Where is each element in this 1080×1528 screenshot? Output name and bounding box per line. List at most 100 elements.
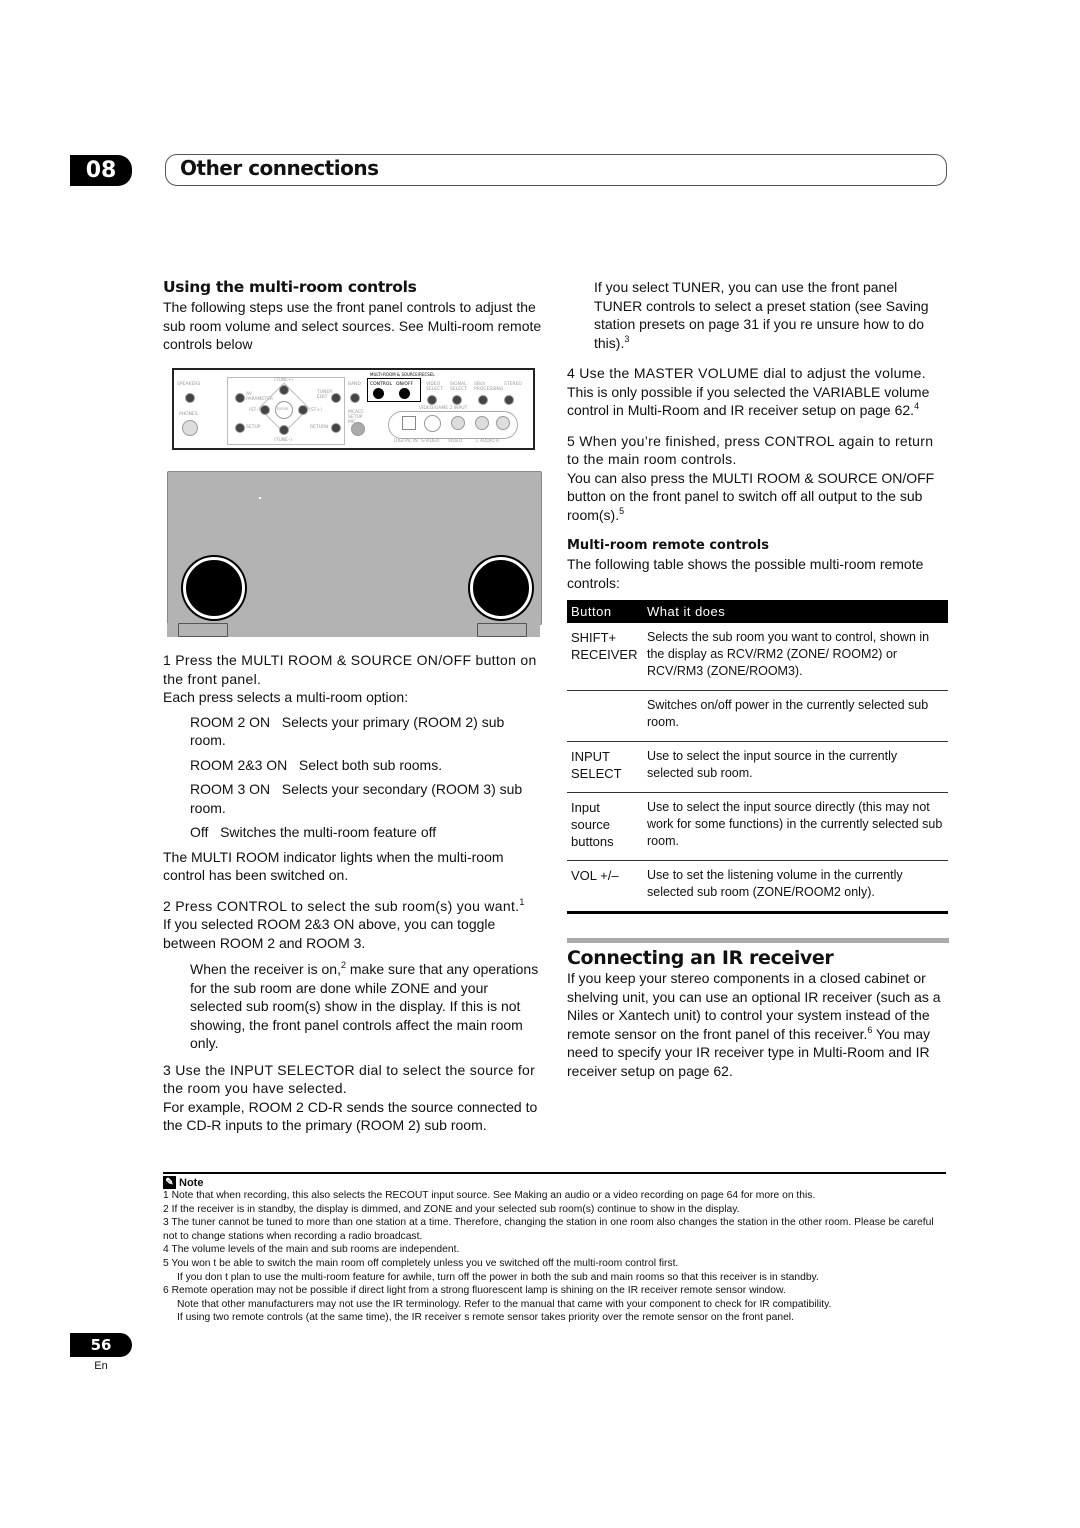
cell-desc: Use to set the listening volume in the c… (643, 860, 948, 914)
st-minus-button (260, 405, 270, 415)
section-title-multi-room: Using the multi-room controls (163, 278, 417, 296)
intro-paragraph: The following steps use the front panel … (163, 299, 542, 352)
footnote-5-continued: If you don t plan to use the multi-room … (177, 1271, 819, 1283)
cell-button: SHIFT+ RECEIVER (567, 623, 643, 691)
label-multi-room-group: MULTI-ROOM & SOURCE/RECSEL (370, 372, 435, 377)
ir-section-body: If you keep your stereo components in a … (567, 970, 941, 1079)
footnote-4: 4 The volume levels of the main and sub … (163, 1244, 460, 1256)
table-row: SHIFT+ RECEIVER Selects the sub room you… (567, 623, 948, 691)
tune-plus-button (279, 385, 289, 395)
step-3: 3 Use the INPUT SELECTOR dial to select … (163, 1061, 536, 1097)
remote-controls-table: Button What it does SHIFT+ RECEIVER Sele… (567, 600, 948, 914)
receiver-base (167, 623, 540, 637)
receiver-foot-left (178, 623, 228, 637)
label-sb-processing: SBch PROCESSING (474, 382, 504, 392)
front-panel-diagram: SPEAKERS PHONES AV PARAMETER SETUP (TUNE… (172, 368, 535, 450)
footnote-ref-4[interactable]: 4 (914, 401, 919, 411)
digital-in-jack (402, 416, 416, 430)
col-header-button: Button (567, 600, 643, 623)
label-video-select: VIDEO SELECT (426, 382, 443, 392)
signal-select-button (452, 395, 462, 405)
s-video-jack (424, 415, 441, 432)
page-number: 56 (70, 1333, 132, 1357)
ir-section-title: Connecting an IR receiver (567, 947, 834, 969)
cell-desc: Use to select the input source in the cu… (643, 741, 948, 793)
tuner-edit-button (331, 393, 341, 403)
tuner-note: If you select TUNER, you can use the fro… (594, 279, 929, 351)
right-column: If you select TUNER, you can use the fro… (567, 278, 949, 1080)
footnote-3: 3 The tuner cannot be tuned to more than… (163, 1217, 934, 1242)
label-on-off: ON/OFF (396, 382, 414, 387)
table-row: INPUT SELECT Use to select the input sou… (567, 741, 948, 793)
notes-section: ✎ Note 1 Note that when recording, this … (163, 1172, 946, 1325)
video-jack (451, 416, 465, 430)
video-select-button (427, 395, 437, 405)
step-3-detail: For example, ROOM 2 CD-R sends the sourc… (163, 1098, 538, 1134)
label-setup: SETUP (246, 425, 261, 430)
label-video: VIDEO (448, 439, 463, 444)
footnote-2: 2 If the receiver is in standby, the dis… (163, 1203, 740, 1215)
return-button (331, 423, 341, 433)
steps-left: 1 Press the MULTI ROOM & SOURCE ON/OFF b… (163, 651, 543, 1135)
step-5: 5 When you’re finished, press CONTROL ag… (567, 432, 934, 468)
master-volume-knob (470, 557, 532, 619)
label-stereo: STEREO (504, 382, 522, 387)
notes-heading: ✎ Note (163, 1176, 946, 1189)
option-room3: ROOM 3 ON Selects your secondary (ROOM 3… (190, 781, 523, 816)
page-language: En (94, 1360, 108, 1372)
cell-button: Input source buttons (567, 792, 643, 861)
step-1-detail: Each press selects a multi-room option: (163, 689, 409, 705)
table-header-row: Button What it does (567, 600, 948, 623)
table-row: Switches on/off power in the currently s… (567, 690, 948, 742)
chapter-number: 08 (70, 155, 132, 186)
label-tune-plus: (TUNE+) (274, 378, 294, 383)
cell-desc: Use to select the input source directly … (643, 792, 948, 861)
label-st-plus: (ST+) (309, 408, 322, 413)
table-row: VOL +/– Use to set the listening volume … (567, 860, 948, 914)
cell-button: VOL +/– (567, 860, 643, 914)
section-divider (567, 938, 949, 943)
cell-button (567, 690, 643, 742)
step-4-detail: This is only possible if you selected th… (567, 383, 930, 419)
label-phones: PHONES (179, 412, 198, 417)
step-5-detail: You can also press the MULTI ROOM & SOUR… (567, 469, 935, 523)
label-enter: ENTER (277, 407, 289, 411)
cell-desc: Selects the sub room you want to control… (643, 623, 948, 691)
option-room2: ROOM 2 ON Selects your primary (ROOM 2) … (190, 713, 505, 749)
stereo-button (504, 395, 514, 405)
on-off-button (399, 388, 410, 399)
band-button (350, 393, 360, 403)
footnote-ref-3[interactable]: 3 (624, 334, 629, 344)
setup-button (235, 423, 245, 433)
step-2-note: When the receiver is on,2 make sure that… (190, 960, 539, 1052)
step-1: 1 Press the MULTI ROOM & SOURCE ON/OFF b… (163, 652, 537, 687)
mcacc-mic-jack (351, 422, 365, 436)
table-row: Input source buttons Use to select the i… (567, 792, 948, 861)
footnote-1: 1 Note that when recording, this also se… (163, 1190, 816, 1201)
av-parameter-button (235, 393, 245, 403)
label-audio: L AUDIO R (476, 439, 500, 444)
label-control: CONTROL (370, 382, 392, 387)
label-band: BAND (348, 382, 361, 387)
footnote-ref-1[interactable]: 1 (519, 897, 524, 907)
sb-processing-button (478, 395, 488, 405)
label-speakers: SPEAKERS (177, 382, 201, 387)
st-plus-button (298, 405, 308, 415)
control-button (373, 388, 384, 399)
step-2-detail: If you selected ROOM 2&3 ON above, you c… (163, 916, 496, 951)
remote-controls-intro: The following table shows the possible m… (567, 556, 924, 591)
step-2: 2 Press CONTROL to select the sub room(s… (163, 896, 525, 914)
left-column: Using the multi-room controls The follow… (163, 278, 543, 354)
speakers-button (185, 393, 195, 403)
label-return: RETURN (310, 425, 329, 430)
receiver-front-diagram (167, 471, 542, 625)
footnote-ref-5[interactable]: 5 (619, 506, 624, 516)
footnote-6-continued-2: If using two remote controls (at the sam… (177, 1312, 794, 1324)
option-room23: ROOM 2&3 ON Select both sub rooms. (190, 756, 443, 773)
indicator-light (259, 497, 261, 499)
pencil-icon: ✎ (163, 1176, 176, 1189)
multi-room-indicator-note: The MULTI ROOM indicator lights when the… (163, 848, 504, 884)
audio-l-jack (475, 416, 489, 430)
multi-room-options: ROOM 2 ON Selects your primary (ROOM 2) … (163, 713, 543, 842)
tune-minus-button (279, 425, 289, 435)
